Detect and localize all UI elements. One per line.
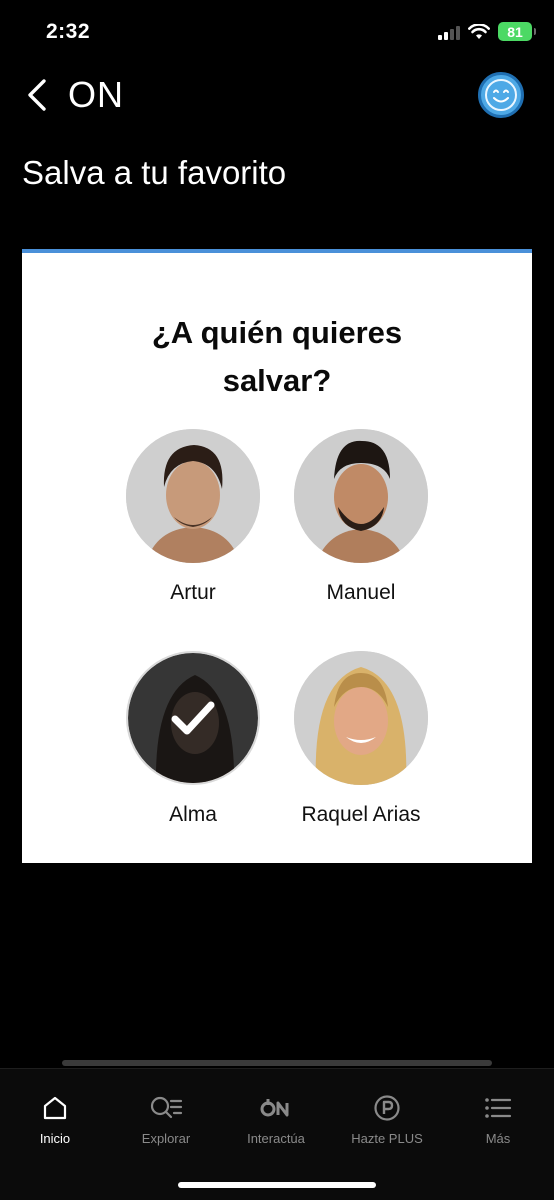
portrait-image (294, 651, 428, 785)
tab-interactua[interactable]: Interactúa (221, 1093, 331, 1146)
poll-option-artur[interactable]: Artur (108, 429, 278, 605)
tab-explorar[interactable]: Explorar (111, 1093, 221, 1146)
contestant-photo[interactable] (126, 651, 260, 785)
option-name: Alma (169, 803, 217, 826)
home-indicator[interactable] (178, 1182, 376, 1188)
battery-indicator: 81 (498, 22, 536, 41)
page-title: Salva a tu favorito (22, 154, 287, 191)
tab-label: Interactúa (247, 1131, 305, 1146)
tab-label: Inicio (39, 1131, 71, 1146)
status-time: 2:32 (46, 20, 91, 43)
scrollbar[interactable] (62, 1060, 492, 1066)
battery-level: 81 (507, 23, 523, 40)
menu-list-icon (485, 1098, 512, 1118)
contestant-photo[interactable] (126, 429, 260, 563)
poll-card: ¿A quién quieres salvar? Artur Manuel Al… (22, 249, 532, 863)
explore-icon (150, 1096, 183, 1119)
status-icons: 81 (438, 22, 536, 41)
plus-p-icon (374, 1095, 400, 1121)
smiley-icon (485, 79, 517, 111)
bottom-tab-bar: Inicio Explorar Interactúa Hazte PLUS Má… (0, 1068, 554, 1200)
tab-inicio[interactable]: Inicio (0, 1093, 110, 1146)
poll-question: ¿A quién quieres salvar? (151, 315, 403, 398)
selected-overlay (128, 653, 258, 783)
chevron-left-icon[interactable] (24, 78, 52, 112)
option-name: Artur (170, 581, 216, 604)
status-bar: 2:32 81 (0, 0, 554, 66)
checkmark-icon (171, 701, 215, 735)
option-name: Raquel Arias (301, 803, 421, 826)
poll-option-alma[interactable]: Alma (108, 651, 278, 827)
profile-avatar[interactable] (478, 72, 524, 118)
wifi-icon (468, 23, 490, 39)
home-icon (43, 1096, 67, 1120)
contestant-photo[interactable] (294, 651, 428, 785)
tab-mas[interactable]: Más (443, 1093, 553, 1146)
tab-hazte-plus[interactable]: Hazte PLUS (332, 1093, 442, 1146)
contestant-photo[interactable] (294, 429, 428, 563)
portrait-image (294, 429, 428, 563)
signal-icon (438, 24, 460, 40)
on-logo-icon (260, 1099, 289, 1117)
tab-label: Hazte PLUS (351, 1131, 423, 1146)
app-header: ON (0, 64, 554, 126)
tab-label: Explorar (141, 1131, 191, 1146)
poll-option-raquel-arias[interactable]: Raquel Arias (276, 651, 446, 827)
tab-label: Más (485, 1131, 511, 1146)
option-name: Manuel (326, 581, 396, 604)
header-title: ON (68, 74, 124, 115)
portrait-image (126, 429, 260, 563)
poll-option-manuel[interactable]: Manuel (276, 429, 446, 605)
